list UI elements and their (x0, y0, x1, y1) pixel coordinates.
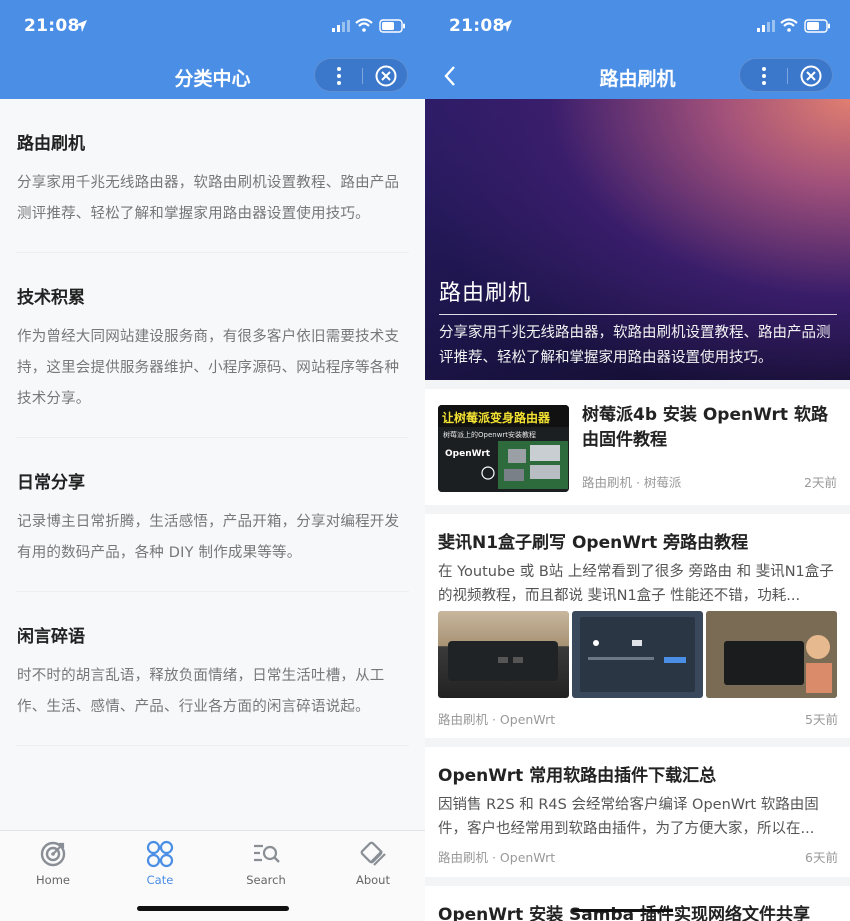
target-icon (40, 841, 66, 867)
gallery-image (438, 611, 569, 698)
category-title: 技术积累 (17, 288, 85, 308)
article-card[interactable]: 斐讯N1盒子刷写 OpenWrt 旁路由教程 在 Youtube 或 B站 上经… (425, 514, 850, 738)
n1-box-desk-photo (706, 611, 837, 698)
article-time: 2天前 (804, 475, 837, 490)
tab-home[interactable]: Home (23, 839, 83, 887)
gallery-image (572, 611, 703, 698)
capsule-menu (739, 58, 833, 92)
article-gallery (438, 611, 838, 698)
article-excerpt: 因销售 R2S 和 R4S 会经常给客户编译 OpenWrt 软路由固件，客户也… (438, 797, 819, 837)
category-hero: 路由刷机 分享家用千兆无线路由器，软路由刷机设置教程、路由产品测评推荐、轻松了解… (425, 99, 850, 380)
signal-icon (757, 20, 775, 32)
about-icon (360, 841, 386, 866)
wifi-icon (355, 18, 373, 32)
category-item[interactable]: 技术积累 作为曾经大同网站建设服务商，有很多客户依旧需要技术支持，这里会提供服务… (16, 253, 409, 438)
nav-bar: 21:08 路由刷机 (425, 0, 850, 99)
category-screen: 21:08 分类中心 路由刷机 分享家用千兆无线路由器，软路由刷机设置教程、路由… (0, 0, 425, 921)
article-meta: 路由刷机 · OpenWrt 6天前 (438, 847, 838, 866)
thumbnail-title: 让树莓派变身路由器 (442, 411, 551, 425)
category-description: 时不时的胡言乱语，释放负面情绪，日常生活吐槽，从工作、生活、感情、产品、行业各方… (17, 668, 385, 715)
category-item[interactable]: 日常分享 记录博主日常折腾，生活感悟，产品开箱，分享对编程开发有用的数码产品，各… (16, 438, 409, 592)
battery-icon (379, 19, 405, 33)
article-card[interactable]: OpenWrt 安装 Samba 插件实现网络文件共享 (425, 886, 850, 921)
tab-label: Home (36, 873, 70, 887)
article-card[interactable]: OpenWrt 常用软路由插件下载汇总 因销售 R2S 和 R4S 会经常给客户… (425, 747, 850, 877)
tab-label: Search (246, 873, 286, 887)
home-indicator (573, 909, 673, 912)
article-excerpt: 在 Youtube 或 B站 上经常看到了很多 旁路由 和 斐讯N1盒子 的视频… (438, 564, 834, 604)
location-arrow-icon (75, 20, 87, 32)
article-time: 6天前 (805, 850, 838, 865)
more-icon[interactable] (333, 65, 345, 87)
article-title: 斐讯N1盒子刷写 OpenWrt 旁路由教程 (438, 533, 749, 553)
tab-label: Cate (146, 873, 174, 887)
status-time: 21:08 (24, 16, 80, 36)
category-list: 路由刷机 分享家用千兆无线路由器，软路由刷机设置教程、路由产品测评推荐、轻松了解… (0, 99, 425, 746)
category-item[interactable]: 路由刷机 分享家用千兆无线路由器，软路由刷机设置教程、路由产品测评推荐、轻松了解… (16, 99, 409, 253)
article-category: 路由刷机 · 树莓派 (582, 475, 682, 490)
category-title: 闲言碎语 (17, 627, 85, 647)
article-card[interactable]: 让树莓派变身路由器 树莓派上的Openwrt安装教程 OpenWrt 树莓派4b… (425, 389, 850, 505)
tab-about[interactable]: About (343, 839, 403, 887)
tab-cate[interactable]: Cate (130, 839, 190, 887)
gallery-image (706, 611, 837, 698)
article-meta: 路由刷机 · 树莓派 2天前 (582, 472, 837, 491)
category-description: 作为曾经大同网站建设服务商，有很多客户依旧需要技术支持，这里会提供服务器维护、小… (17, 329, 400, 407)
close-icon[interactable] (800, 65, 822, 87)
hero-description: 分享家用千兆无线路由器，软路由刷机设置教程、路由产品测评推荐、轻松了解和掌握家用… (439, 325, 831, 366)
status-bar: 21:08 (425, 16, 850, 38)
wifi-icon (780, 18, 798, 32)
more-icon[interactable] (758, 65, 770, 87)
article-category: 路由刷机 · OpenWrt (438, 850, 556, 865)
nav-bar: 21:08 分类中心 (0, 0, 425, 99)
capsule-divider (787, 68, 788, 84)
hero-divider (439, 314, 837, 315)
hero-title: 路由刷机 (439, 281, 532, 306)
tab-search[interactable]: Search (236, 839, 296, 887)
status-time: 21:08 (449, 16, 505, 36)
home-indicator (137, 906, 289, 911)
category-title: 日常分享 (17, 473, 85, 493)
article-time: 5天前 (805, 712, 838, 727)
article-title: 树莓派4b 安装 OpenWrt 软路由固件教程 (582, 405, 828, 450)
category-title: 路由刷机 (17, 134, 85, 154)
category-item[interactable]: 闲言碎语 时不时的胡言乱语，释放负面情绪，日常生活吐槽，从工作、生活、感情、产品… (16, 592, 409, 746)
article-thumbnail: 让树莓派变身路由器 树莓派上的Openwrt安装教程 OpenWrt (438, 405, 569, 492)
close-icon[interactable] (375, 65, 397, 87)
category-description: 分享家用千兆无线路由器，软路由刷机设置教程、路由产品测评推荐、轻松了解和掌握家用… (17, 175, 400, 222)
article-meta: 路由刷机 · OpenWrt 5天前 (438, 709, 838, 728)
signal-icon (332, 20, 350, 32)
search-icon (254, 844, 280, 863)
screen-capture-photo (580, 617, 695, 692)
tab-label: About (355, 873, 390, 887)
status-bar: 21:08 (0, 16, 425, 38)
article-category: 路由刷机 · OpenWrt (438, 712, 556, 727)
capsule-menu (314, 58, 408, 92)
location-arrow-icon (500, 20, 512, 32)
category-detail-screen: 21:08 路由刷机 路由刷机 分享家用千兆无线路由器，软路由刷机设置教程、路由… (425, 0, 850, 921)
thumbnail-subtitle: 树莓派上的Openwrt安装教程 (443, 431, 537, 439)
thumbnail-brand: OpenWrt (445, 449, 491, 459)
article-title: OpenWrt 常用软路由插件下载汇总 (438, 766, 717, 786)
battery-icon (804, 19, 830, 33)
category-description: 记录博主日常折腾，生活感悟，产品开箱，分享对编程开发有用的数码产品，各种 DIY… (17, 514, 400, 561)
n1-box-photo (448, 641, 558, 681)
capsule-divider (362, 68, 363, 84)
grid-icon (146, 840, 174, 868)
